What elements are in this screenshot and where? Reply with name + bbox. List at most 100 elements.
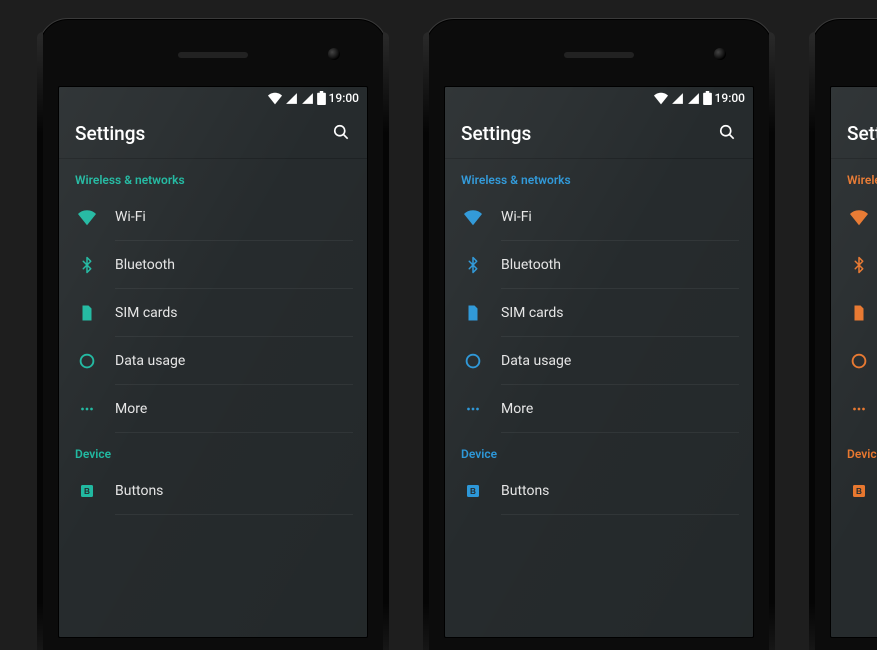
row-bluetooth[interactable]: Bluetooth: [445, 241, 753, 289]
row-data-usage[interactable]: Data usage: [445, 337, 753, 385]
status-bar: 19:00: [831, 87, 877, 109]
app-bar: Settings: [59, 109, 367, 159]
row-more[interactable]: More: [831, 385, 877, 433]
row-label: Bluetooth: [115, 257, 175, 273]
row-buttons[interactable]: B Buttons: [445, 467, 753, 515]
section-header-device: Device: [831, 433, 877, 467]
svg-text:B: B: [470, 487, 476, 496]
bluetooth-icon: [831, 256, 877, 274]
wifi-status-icon: [654, 91, 668, 105]
page-title: Settings: [847, 122, 877, 145]
section-header-wireless: Wireless & networks: [445, 159, 753, 193]
data-usage-icon: [59, 352, 115, 370]
svg-text:B: B: [856, 487, 862, 496]
divider: [501, 432, 739, 433]
signal-1-icon: [671, 92, 684, 105]
phone-edge: [809, 32, 815, 650]
section-header-device: Device: [445, 433, 753, 467]
battery-icon: [703, 91, 712, 105]
row-sim-cards[interactable]: SIM cards: [59, 289, 367, 337]
divider: [501, 514, 739, 515]
search-icon[interactable]: [717, 122, 737, 146]
screen: 19:00 Settings Wireless & networks Wi-Fi…: [830, 86, 877, 638]
row-buttons[interactable]: B Buttons: [59, 467, 367, 515]
row-data-usage[interactable]: Data usage: [59, 337, 367, 385]
row-sim-cards[interactable]: SIM cards: [445, 289, 753, 337]
divider: [115, 432, 353, 433]
phone-edge: [37, 32, 43, 650]
bluetooth-icon: [445, 256, 501, 274]
row-label: Data usage: [501, 353, 571, 369]
phone-edge: [423, 32, 429, 650]
signal-2-icon: [301, 92, 314, 105]
screen: 19:00 Settings Wireless & networks Wi-Fi…: [444, 86, 754, 638]
row-wifi[interactable]: Wi-Fi: [59, 193, 367, 241]
divider: [115, 514, 353, 515]
screen: 19:00 Settings Wireless & networks Wi-Fi…: [58, 86, 368, 638]
bluetooth-icon: [59, 256, 115, 274]
battery-icon: [317, 91, 326, 105]
app-bar: Settings: [445, 109, 753, 159]
status-time: 19:00: [715, 91, 745, 105]
buttons-icon: B: [831, 482, 877, 500]
section-header-wireless: Wireless & networks: [59, 159, 367, 193]
row-label: Wi-Fi: [115, 209, 146, 225]
more-icon: [59, 400, 115, 418]
signal-2-icon: [687, 92, 700, 105]
sim-icon: [831, 304, 877, 322]
row-more[interactable]: More: [445, 385, 753, 433]
buttons-icon: B: [445, 482, 501, 500]
row-buttons[interactable]: B Buttons: [831, 467, 877, 515]
more-icon: [445, 400, 501, 418]
row-label: More: [115, 401, 147, 417]
sim-icon: [59, 304, 115, 322]
row-bluetooth[interactable]: Bluetooth: [831, 241, 877, 289]
wifi-icon: [59, 208, 115, 226]
wifi-icon: [445, 208, 501, 226]
row-label: Buttons: [115, 483, 163, 499]
app-bar: Settings: [831, 109, 877, 159]
row-label: SIM cards: [115, 305, 178, 321]
row-sim-cards[interactable]: SIM cards: [831, 289, 877, 337]
earpiece: [178, 52, 248, 58]
section-header-device: Device: [59, 433, 367, 467]
row-bluetooth[interactable]: Bluetooth: [59, 241, 367, 289]
svg-text:B: B: [84, 487, 90, 496]
settings-list: Wireless & networks Wi-Fi Bluetooth SIM …: [445, 159, 753, 515]
row-label: More: [501, 401, 533, 417]
section-header-wireless: Wireless & networks: [831, 159, 877, 193]
status-time: 19:00: [329, 91, 359, 105]
phone-edge: [383, 32, 389, 650]
row-label: Data usage: [115, 353, 185, 369]
status-bar: 19:00: [445, 87, 753, 109]
earpiece: [564, 52, 634, 58]
row-label: Bluetooth: [501, 257, 561, 273]
phone-mockup: 19:00 Settings Wireless & networks Wi-Fi…: [424, 18, 774, 650]
wifi-status-icon: [268, 91, 282, 105]
row-label: Buttons: [501, 483, 549, 499]
phone-mockup: 19:00 Settings Wireless & networks Wi-Fi…: [38, 18, 388, 650]
row-label: Wi-Fi: [501, 209, 532, 225]
row-wifi[interactable]: Wi-Fi: [831, 193, 877, 241]
page-title: Settings: [75, 122, 145, 145]
row-data-usage[interactable]: Data usage: [831, 337, 877, 385]
buttons-icon: B: [59, 482, 115, 500]
front-camera: [328, 48, 340, 60]
front-camera: [714, 48, 726, 60]
page-title: Settings: [461, 122, 531, 145]
phone-edge: [769, 32, 775, 650]
phone-mockup: 19:00 Settings Wireless & networks Wi-Fi…: [810, 18, 877, 650]
wifi-icon: [831, 208, 877, 226]
sim-icon: [445, 304, 501, 322]
row-more[interactable]: More: [59, 385, 367, 433]
settings-list: Wireless & networks Wi-Fi Bluetooth SIM …: [831, 159, 877, 515]
status-bar: 19:00: [59, 87, 367, 109]
signal-1-icon: [285, 92, 298, 105]
row-wifi[interactable]: Wi-Fi: [445, 193, 753, 241]
data-usage-icon: [831, 352, 877, 370]
data-usage-icon: [445, 352, 501, 370]
row-label: SIM cards: [501, 305, 564, 321]
more-icon: [831, 400, 877, 418]
search-icon[interactable]: [331, 122, 351, 146]
settings-list: Wireless & networks Wi-Fi Bluetooth SIM …: [59, 159, 367, 515]
